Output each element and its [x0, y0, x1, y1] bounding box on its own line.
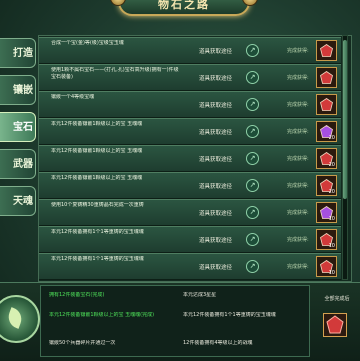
task-row: 本元12件装备镶嵌1颗级以上的宝 玉魂魂道具获取途径 ↗ 完成获得: 20 — [39, 145, 341, 172]
obtain-path-button[interactable]: ↗ — [246, 206, 259, 219]
obtain-path-label: 道具获取途径 — [199, 211, 233, 217]
task-description: 本元12件装备镶嵌1颗级以上的宝 玉魂魂 — [51, 121, 143, 127]
bonus-item-2-1: 本元达成3星星 — [183, 292, 217, 298]
total-reward-slot[interactable] — [323, 313, 347, 337]
reward-slot[interactable]: 20 — [316, 175, 337, 196]
reward-quantity: 10 — [328, 270, 335, 276]
task-description: 本元12件装备镶嵌1颗级以上的宝 玉魂魂 — [51, 148, 143, 154]
reward-slot[interactable] — [316, 94, 337, 115]
obtain-path-label: 道具获取途径 — [199, 265, 233, 271]
reward-slot[interactable] — [316, 67, 337, 88]
title-banner: 物石之路 — [110, 0, 258, 16]
bonus-item-2-3: 12件装备拥有4等级以上的战魂 — [183, 340, 253, 346]
obtain-path-button[interactable]: ↗ — [246, 179, 259, 192]
reward-quantity: 10 — [328, 216, 335, 222]
task-row: 镶嵌一个4等级宝魂道具获取途径 ↗ 完成获得: — [39, 91, 341, 118]
obtain-path-button[interactable]: ↗ — [246, 98, 259, 111]
red-gem-icon — [320, 44, 333, 57]
completion-status: 完成获得: — [287, 237, 309, 243]
reward-slot[interactable]: 10 — [316, 202, 337, 223]
reward-quantity: 20 — [328, 135, 335, 141]
emblem-icon — [0, 295, 40, 343]
tab-weapons[interactable]: 武器 — [0, 149, 36, 179]
reward-slot[interactable]: 20 — [316, 121, 337, 142]
obtain-path-label: 道具获取途径 — [199, 130, 233, 136]
task-description: 本元12件装备拥有1个1等重铸的宝玉魂魂 — [51, 256, 144, 262]
task-description: 镶嵌一个4等级宝魂 — [51, 94, 95, 100]
task-row: 使用1颗不属石宝石——(打孔,孔)宝石高升级(拥有一)件级宝石装备) 道具获取途径… — [39, 64, 341, 91]
reward-quantity: 10 — [328, 243, 335, 249]
tab-gems[interactable]: 宝石 — [0, 112, 36, 142]
bonus-panel: 拥有12件装备宝石(完成) 本元12件装备镶嵌1颗级以上的宝 玉魂魂(完成) 镶… — [0, 282, 360, 361]
obtain-path-button[interactable]: ↗ — [246, 152, 259, 165]
task-row: 本元12件装备拥有1个1等重铸的宝玉魂魂道具获取途径 ↗ 完成获得: 10 — [39, 253, 341, 280]
completion-status: 完成获得: — [287, 129, 309, 135]
red-gem-icon — [320, 98, 333, 111]
reward-quantity: 20 — [328, 189, 335, 195]
reward-slot[interactable]: 10 — [316, 229, 337, 250]
sidebar: 打造 镶嵌 宝石 武器 天魂 — [0, 38, 36, 223]
task-description: 本元12件装备拥有1个1等重铸的宝玉魂魂 — [51, 229, 144, 235]
bonus-list: 拥有12件装备宝石(完成) 本元12件装备镶嵌1颗级以上的宝 玉魂魂(完成) 镶… — [40, 285, 310, 357]
bonus-item-1-3: 镶嵌50个兵器碎片并通过一次 — [49, 340, 116, 346]
red-gem-icon — [326, 315, 344, 334]
red-gem-icon — [320, 71, 333, 84]
task-description: 使用10个复铸精30重铸晶石完成一次重铸 — [51, 202, 144, 208]
completion-status: 完成获得: — [287, 183, 309, 189]
reward-slot[interactable]: 20 — [316, 148, 337, 169]
obtain-path-button[interactable]: ↗ — [246, 260, 259, 273]
task-row: 本元12件装备拥有1个1等重铸的宝玉魂魂道具获取途径 ↗ 完成获得: 10 — [39, 226, 341, 253]
completion-status: 完成获得: — [287, 48, 309, 54]
tab-inlay[interactable]: 镶嵌 — [0, 75, 36, 105]
obtain-path-label: 道具获取途径 — [199, 49, 233, 55]
completion-status: 完成获得: — [287, 102, 309, 108]
obtain-path-button[interactable]: ↗ — [246, 233, 259, 246]
obtain-path-label: 道具获取途径 — [199, 76, 233, 82]
reward-quantity: 20 — [328, 162, 335, 168]
task-description: 使用1颗不属石宝石——(打孔,孔)宝石高升级(拥有一)件级宝石装备) — [51, 67, 179, 80]
tab-soul[interactable]: 天魂 — [0, 186, 36, 216]
obtain-path-button[interactable]: ↗ — [246, 44, 259, 57]
total-reward-label: 全部完成后 — [324, 296, 350, 302]
task-description: 合成一个宝(金)等(级)宝级宝玉魂 — [51, 40, 124, 46]
obtain-path-button[interactable]: ↗ — [246, 125, 259, 138]
page-title: 物石之路 — [158, 0, 210, 11]
bonus-item-2-2: 本元12件装备拥有1个1等重铸的宝玉魂魂 — [183, 312, 276, 318]
obtain-path-button[interactable]: ↗ — [246, 71, 259, 84]
completion-status: 完成获得: — [287, 156, 309, 162]
task-row: 合成一个宝(金)等(级)宝级宝玉魂道具获取途径 ↗ 完成获得: — [39, 37, 341, 64]
leaf-icon — [5, 307, 25, 329]
obtain-path-label: 道具获取途径 — [199, 103, 233, 109]
completion-status: 完成获得: — [287, 75, 309, 81]
bonus-item-1-2: 本元12件装备镶嵌1颗级以上的宝 玉魂魂(完成) — [49, 312, 155, 318]
obtain-path-label: 道具获取途径 — [199, 238, 233, 244]
scrollbar-thumb[interactable] — [343, 40, 347, 199]
task-row: 本元12件装备镶嵌1颗级以上的宝 玉魂魂道具获取途径 ↗ 完成获得: 20 — [39, 172, 341, 199]
reward-slot[interactable] — [316, 40, 337, 61]
task-description: 本元12件装备镶嵌1颗级以上的宝 玉魂魂 — [51, 175, 143, 181]
completion-status: 完成获得: — [287, 264, 309, 270]
tab-forge[interactable]: 打造 — [0, 38, 36, 68]
obtain-path-label: 道具获取途径 — [199, 184, 233, 190]
task-list-panel: 合成一个宝(金)等(级)宝级宝玉魂 道具获取途径 ↗ 完成获得: 使用1颗不属石宝石——… — [38, 35, 352, 282]
task-row: 本元12件装备镶嵌1颗级以上的宝 玉魂魂道具获取途径 ↗ 完成获得: 20 — [39, 118, 341, 145]
obtain-path-label: 道具获取途径 — [199, 157, 233, 163]
scrollbar[interactable] — [342, 35, 348, 280]
completion-status: 完成获得: — [287, 210, 309, 216]
task-row: 使用10个复铸精30重铸晶石完成一次重铸道具获取途径 ↗ 完成获得: 10 — [39, 199, 341, 226]
reward-slot[interactable]: 10 — [316, 256, 337, 277]
bonus-item-1-1: 拥有12件装备宝石(完成) — [49, 292, 105, 298]
